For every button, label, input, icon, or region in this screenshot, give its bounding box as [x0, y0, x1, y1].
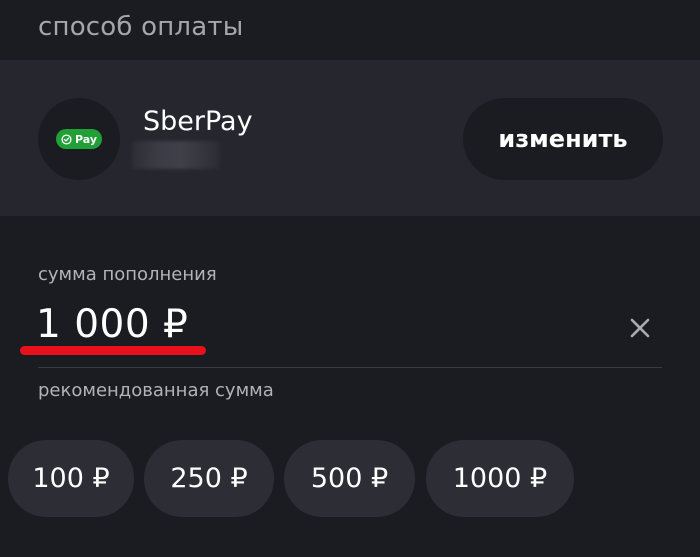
amount-label: сумма пополнения — [38, 264, 217, 285]
sberpay-logo: Pay — [38, 98, 120, 180]
amount-chip-500[interactable]: 500 ₽ — [284, 440, 415, 517]
amount-chip-250[interactable]: 250 ₽ — [144, 440, 274, 517]
amount-chip-1000[interactable]: 1000 ₽ — [426, 440, 574, 517]
sberpay-badge-label: Pay — [74, 132, 98, 146]
red-highlight-underline — [20, 346, 206, 355]
payment-method-name: SberPay — [143, 106, 253, 137]
close-icon[interactable] — [626, 314, 654, 342]
amount-divider — [38, 367, 662, 368]
sberpay-check-icon — [61, 133, 72, 145]
amount-chip-100[interactable]: 100 ₽ — [8, 440, 134, 517]
sberpay-badge: Pay — [56, 129, 102, 149]
amount-input[interactable] — [36, 302, 336, 347]
change-payment-method-button[interactable]: изменить — [463, 98, 663, 180]
payment-method-card: Pay SberPay изменить — [0, 60, 700, 216]
section-title: способ оплаты — [38, 12, 244, 42]
masked-account-number — [132, 141, 220, 169]
recommended-amount-label: рекомендованная сумма — [38, 380, 274, 401]
